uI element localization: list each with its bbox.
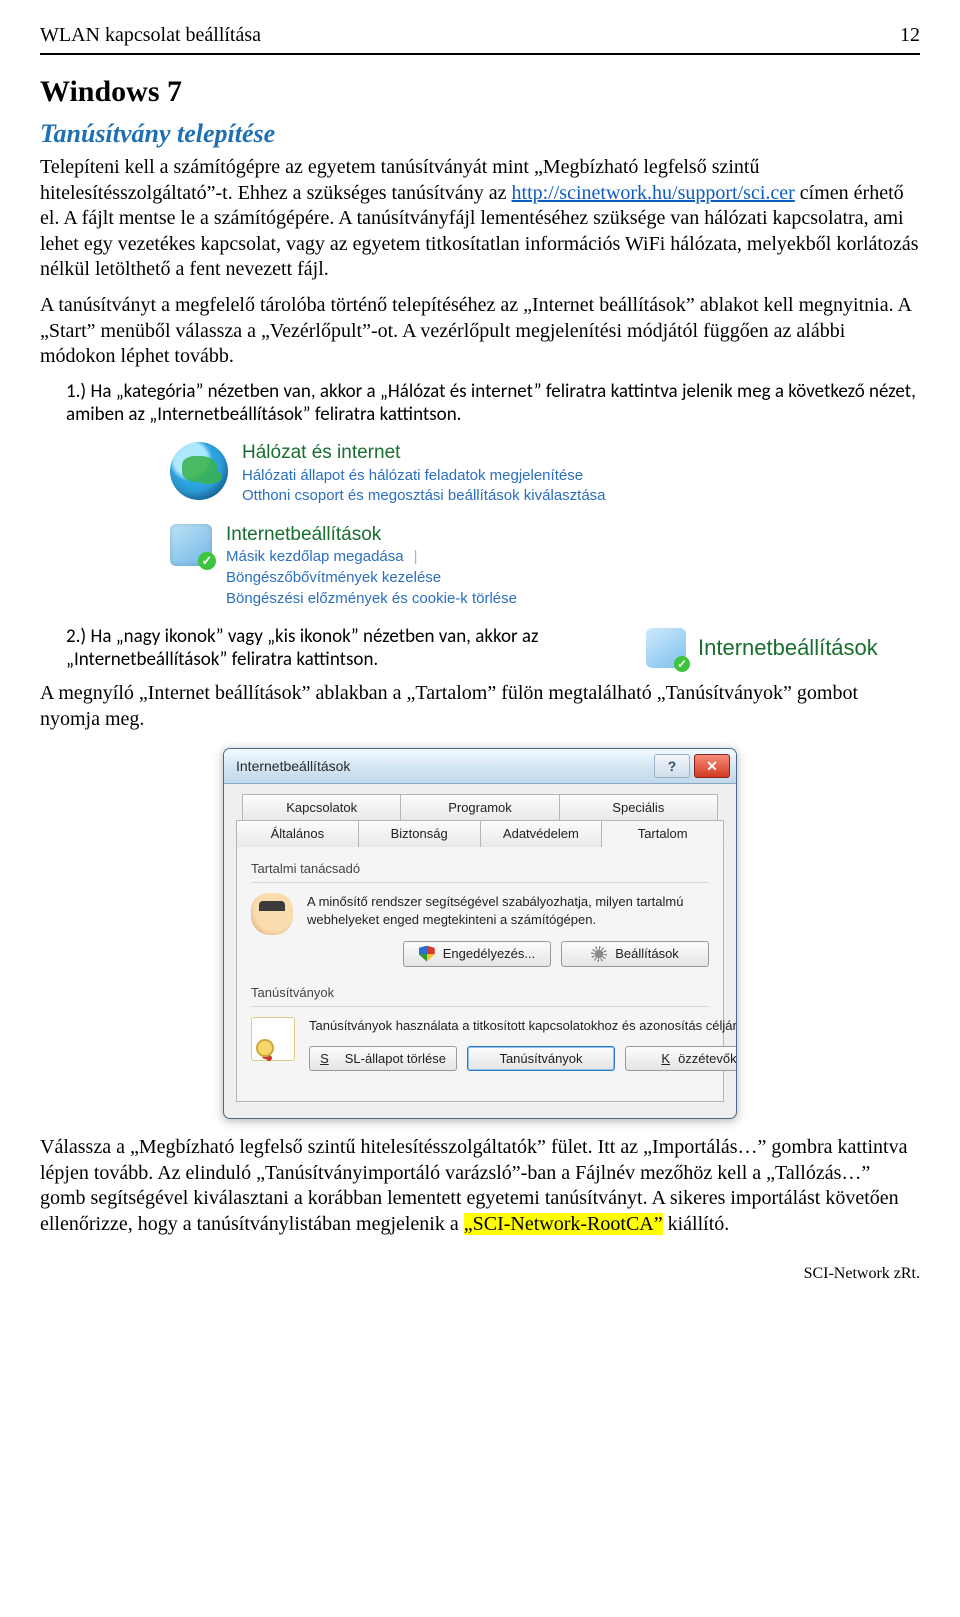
tabs-row-2: Általános Biztonság Adatvédelem Tartalom xyxy=(236,820,724,847)
dialog-title: Internetbeállítások xyxy=(236,758,350,774)
tab-programs[interactable]: Programok xyxy=(401,794,559,820)
help-button[interactable]: ? xyxy=(654,754,690,778)
highlight-rootca: „SCI-Network-RootCA” xyxy=(464,1213,663,1235)
internet-options-icon xyxy=(170,524,212,566)
dialog-titlebar[interactable]: Internetbeállítások ? ✕ xyxy=(224,749,736,784)
cp-network-heading[interactable]: Hálózat és internet xyxy=(242,442,640,464)
certificates-button[interactable]: Tanúsítványok xyxy=(467,1046,615,1071)
cp-internet-heading[interactable]: Internetbeállítások xyxy=(226,524,640,546)
internet-options-chip-label: Internetbeállítások xyxy=(698,635,878,661)
cp-link[interactable]: Másik kezdőlap megadása xyxy=(226,548,404,565)
control-panel-category-mock: Hálózat és internet Hálózati állapot és … xyxy=(156,434,654,618)
paragraph-1: Telepíteni kell a számítógépre az egyete… xyxy=(40,155,920,283)
internet-options-chip[interactable]: Internetbeállítások xyxy=(646,628,878,668)
settings-button[interactable]: Beállítások xyxy=(561,941,709,967)
cp-network-sub-2[interactable]: Otthoni csoport és megosztási beállításo… xyxy=(242,486,640,506)
advisor-icon xyxy=(251,893,293,935)
close-button[interactable]: ✕ xyxy=(694,754,730,778)
shield-icon xyxy=(419,946,435,962)
internet-options-dialog: Internetbeállítások ? ✕ Kapcsolatok Prog… xyxy=(223,748,737,1119)
globe-icon xyxy=(170,442,228,500)
cert-link[interactable]: http://scinetwork.hu/support/sci.cer xyxy=(512,182,795,204)
group-title: Tartalmi tanácsadó xyxy=(251,861,709,876)
tab-advanced[interactable]: Speciális xyxy=(560,794,718,820)
paragraph-4: Válassza a „Megbízható legfelső szintű h… xyxy=(40,1135,920,1237)
internet-options-icon xyxy=(646,628,686,668)
clear-ssl-button[interactable]: SSL-állapot törlése xyxy=(309,1046,457,1071)
page-number: 12 xyxy=(900,24,920,47)
list-item-1: 1.) Ha „kategória” nézetben van, akkor a… xyxy=(66,380,920,426)
header-rule xyxy=(40,53,920,55)
page-footer: SCI-Network zRt. xyxy=(40,1265,920,1283)
page-header: WLAN kapcsolat beállítása 12 xyxy=(40,24,920,47)
group-desc: Tanúsítványok használata a titkosított k… xyxy=(309,1017,737,1035)
certificate-icon xyxy=(251,1017,295,1061)
tab-panel-content: Tartalmi tanácsadó A minősítő rendszer s… xyxy=(236,846,724,1102)
cp-link[interactable]: Böngészőbővítmények kezelése xyxy=(226,569,441,586)
cp-link[interactable]: Böngészési előzmények és cookie-k törlés… xyxy=(226,590,517,607)
group-certificates: Tanúsítványok Tanúsítványok használata a… xyxy=(251,985,709,1072)
publishers-button[interactable]: Közzétevők xyxy=(625,1046,737,1071)
tabs-row-1: Kapcsolatok Programok Speciális xyxy=(242,794,718,820)
tab-content[interactable]: Tartalom xyxy=(602,820,724,847)
enable-button[interactable]: Engedélyezés... xyxy=(403,941,551,967)
gear-icon xyxy=(591,946,607,962)
heading-os: Windows 7 xyxy=(40,75,920,109)
group-content-advisor: Tartalmi tanácsadó A minősítő rendszer s… xyxy=(251,861,709,966)
tab-connections[interactable]: Kapcsolatok xyxy=(242,794,401,820)
paragraph-3: A megnyíló „Internet beállítások” ablakb… xyxy=(40,681,920,732)
cp-network-sub-1[interactable]: Hálózati állapot és hálózati feladatok m… xyxy=(242,466,640,486)
tab-general[interactable]: Általános xyxy=(236,820,359,847)
list-item-2: 2.) Ha „nagy ikonok” vagy „kis ikonok” n… xyxy=(66,625,920,671)
heading-section: Tanúsítvány telepítése xyxy=(40,119,920,149)
group-title: Tanúsítványok xyxy=(251,985,709,1000)
header-title: WLAN kapcsolat beállítása xyxy=(40,24,261,47)
group-desc: A minősítő rendszer segítségével szabály… xyxy=(307,893,709,928)
tab-privacy[interactable]: Adatvédelem xyxy=(481,820,603,847)
tab-security[interactable]: Biztonság xyxy=(359,820,481,847)
paragraph-2: A tanúsítványt a megfelelő tárolóba tört… xyxy=(40,293,920,370)
